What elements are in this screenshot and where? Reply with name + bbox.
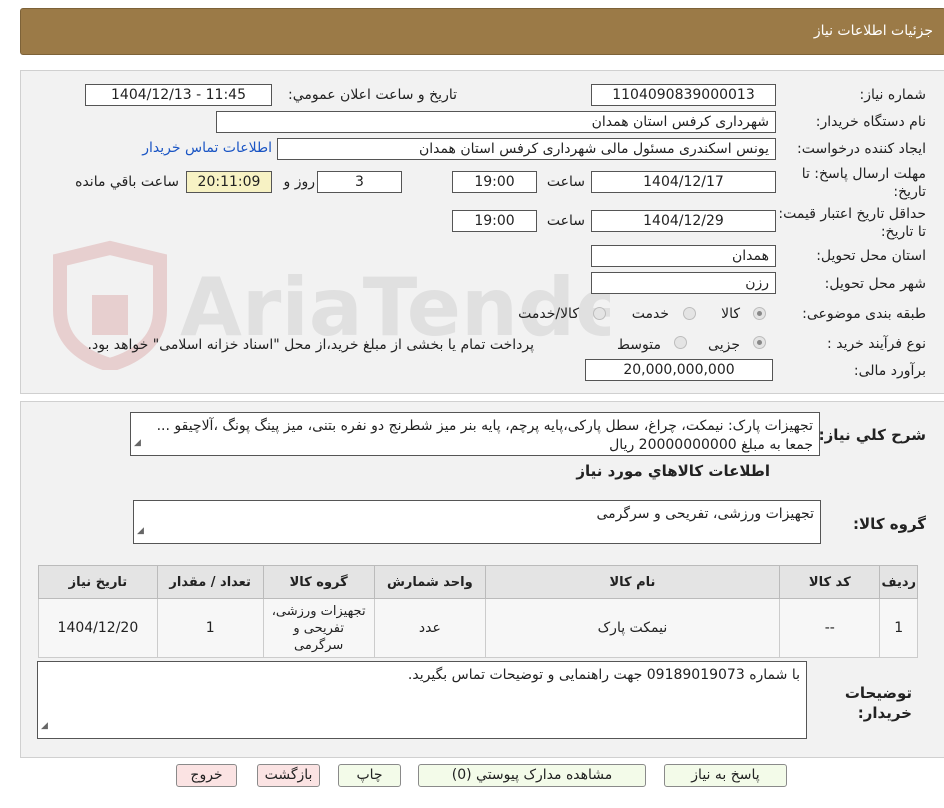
table-row: 1 -- نیمکت پارک عدد تجهیزات ورزشی، تفریح… [38, 598, 918, 658]
days-label: روز و [283, 174, 316, 190]
goods-group-textarea[interactable]: تجهیزات ورزشی، تفریحی و سرگرمی ◢ [133, 500, 821, 544]
items-table: ردیف کد کالا نام کالا واحد شمارش گروه کا… [38, 565, 918, 658]
summary-text: تجهیزات پارک: نیمکت، چراغ، سطل پارکی،پای… [156, 418, 813, 453]
announce-label: تاریخ و ساعت اعلان عمومي: [288, 87, 457, 103]
cell-item-code: -- [779, 598, 881, 658]
cell-row-number: 1 [879, 598, 918, 658]
col-header-goods-group: گروه کالا [262, 565, 375, 599]
goods-section-title: اطلاعات کالاهاي مورد نیاز [576, 462, 770, 480]
city-label: شهر محل تحویل: [824, 276, 926, 292]
announce-field: 1404/12/13 - 11:45 [85, 84, 272, 106]
resize-grip-icon[interactable]: ◢ [137, 522, 144, 541]
summary-label: شرح کلي نیاز: [818, 426, 926, 444]
category-radio-service[interactable] [683, 307, 696, 320]
budget-label: برآورد مالی: [853, 363, 926, 379]
remaining-time-field: 20:11:09 [186, 171, 272, 193]
category-option-service: خدمت [631, 306, 669, 322]
resize-grip-icon[interactable]: ◢ [41, 717, 48, 736]
category-option-goods: کالا [721, 306, 740, 322]
validity-label: حداقل تاریخ اعتبار قیمت: تا تاریخ: [778, 206, 926, 240]
budget-field: 20,000,000,000 [585, 359, 773, 381]
province-field: همدان [591, 245, 776, 267]
category-option-goods-service: کالا/خدمت [518, 306, 579, 322]
buyer-org-label: نام دستگاه خریدار: [815, 114, 926, 130]
process-radio-minor[interactable] [753, 336, 766, 349]
buyer-notes-textarea[interactable]: با شماره 09189019073 جهت راهنمایی و توضی… [37, 661, 807, 739]
page-header: جزئیات اطلاعات نیاز [20, 8, 944, 55]
col-header-item-code: کد کالا [779, 565, 881, 599]
summary-textarea[interactable]: تجهیزات پارک: نیمکت، چراغ، سطل پارکی،پای… [130, 412, 820, 456]
process-label: نوع فرآیند خرید : [827, 336, 926, 352]
col-header-row-number: ردیف [879, 565, 918, 599]
buyer-notes-text: با شماره 09189019073 جهت راهنمایی و توضی… [407, 667, 800, 683]
reply-button[interactable]: پاسخ به نیاز [664, 764, 787, 787]
category-label: طبقه بندی موضوعی: [802, 306, 926, 322]
col-header-unit: واحد شمارش [373, 565, 486, 599]
buyer-org-field: شهرداری کرفس استان همدان [216, 111, 776, 133]
cell-quantity: 1 [156, 598, 264, 658]
process-note: پرداخت تمام یا بخشی از مبلغ خرید،از محل … [87, 337, 534, 353]
col-header-item-name: نام کالا [484, 565, 781, 599]
col-header-quantity: تعداد / مقدار [156, 565, 264, 599]
deadline-label: مهلت ارسال پاسخ: تا تاریخ: [801, 166, 926, 200]
validity-time-field: 19:00 [452, 210, 537, 232]
province-label: استان محل تحویل: [816, 248, 926, 264]
process-option-medium: متوسط [617, 337, 661, 353]
cell-item-name: نیمکت پارک [484, 598, 781, 658]
need-number-label: شماره نیاز: [859, 87, 927, 103]
process-radio-medium[interactable] [674, 336, 687, 349]
need-number-field: 1104090839000013 [591, 84, 776, 106]
goods-group-label: گروه کالا: [853, 515, 926, 533]
validity-time-label: ساعت [546, 213, 585, 229]
cell-goods-group: تجهیزات ورزشی، تفریحی و سرگرمی [262, 598, 375, 658]
requester-label: ایجاد کننده درخواست: [797, 141, 926, 157]
goods-group-text: تجهیزات ورزشی، تفریحی و سرگرمی [596, 506, 815, 522]
contact-info-link[interactable]: اطلاعات تماس خریدار [142, 140, 272, 156]
view-attachments-button[interactable]: مشاهده مدارک پیوستي (0) [418, 764, 646, 787]
col-header-need-date: تاریخ نیاز [38, 565, 158, 599]
print-button[interactable]: چاپ [338, 764, 401, 787]
deadline-time-field: 19:00 [452, 171, 537, 193]
resize-grip-icon[interactable]: ◢ [134, 434, 141, 453]
category-radio-goods[interactable] [753, 307, 766, 320]
page-title: جزئیات اطلاعات نیاز [813, 23, 933, 39]
back-button[interactable]: بازگشت [257, 764, 320, 787]
cell-need-date: 1404/12/20 [38, 598, 158, 658]
deadline-date-field: 1404/12/17 [591, 171, 776, 193]
requester-field: یونس اسکندری مسئول مالی شهرداری کرفس است… [277, 138, 776, 160]
exit-button[interactable]: خروج [176, 764, 237, 787]
table-header-row: ردیف کد کالا نام کالا واحد شمارش گروه کا… [38, 565, 918, 599]
buyer-notes-label: توضیحات خریدار: [844, 684, 912, 722]
category-radio-goods-service[interactable] [593, 307, 606, 320]
validity-date-field: 1404/12/29 [591, 210, 776, 232]
cell-unit: عدد [373, 598, 486, 658]
process-option-minor: جزیی [708, 337, 740, 353]
deadline-time-label: ساعت [546, 174, 585, 190]
city-field: رزن [591, 272, 776, 294]
days-field: 3 [317, 171, 402, 193]
remaining-label: ساعت باقي مانده [75, 174, 179, 190]
